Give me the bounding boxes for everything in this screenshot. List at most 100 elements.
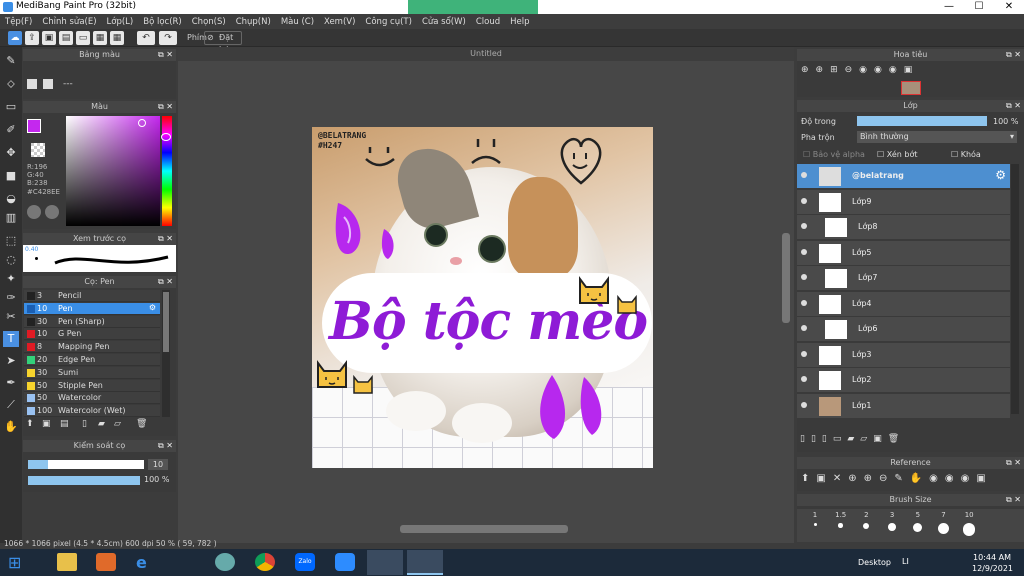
- close-icon[interactable]: ⧉ ✕: [158, 233, 173, 245]
- save-icon[interactable]: ▣: [42, 31, 56, 45]
- brush-list-scroll-thumb[interactable]: [163, 292, 169, 352]
- menu-file[interactable]: Tệp(F): [5, 17, 32, 27]
- close-icon[interactable]: ⧉ ✕: [158, 49, 173, 61]
- brush-size-value[interactable]: 10: [148, 459, 168, 470]
- ruler-tool-icon[interactable]: ⟋: [3, 397, 19, 413]
- dot-pen-tool-icon[interactable]: ✐: [3, 122, 19, 138]
- close-icon[interactable]: ⧉ ✕: [1006, 457, 1021, 469]
- rectangle-tool-icon[interactable]: ▭: [3, 99, 19, 115]
- menu-select[interactable]: Chọn(S): [192, 17, 226, 27]
- brush-opacity-slider[interactable]: [28, 476, 140, 485]
- close-icon[interactable]: ⧉ ✕: [1006, 100, 1021, 112]
- text-tool-icon[interactable]: T: [3, 331, 19, 347]
- delete-palette-icon[interactable]: [43, 79, 53, 89]
- desktop-label[interactable]: Desktop: [858, 558, 891, 567]
- layer-item[interactable]: Lớp7: [797, 266, 1010, 291]
- move-tool-icon[interactable]: ✥: [3, 145, 19, 161]
- copy-brush-icon[interactable]: ▱: [114, 419, 121, 429]
- operation-tool-icon[interactable]: ➤: [3, 353, 19, 369]
- document-tab[interactable]: Untitled: [178, 47, 794, 61]
- menu-tools[interactable]: Công cụ(T): [365, 17, 412, 27]
- magic-wand-tool-icon[interactable]: ✦: [3, 271, 19, 287]
- blend-mode-select[interactable]: Bình thường ▾: [857, 131, 1017, 143]
- hue-cursor[interactable]: [161, 133, 171, 141]
- color-wheel-icon[interactable]: [27, 205, 41, 219]
- lasso-tool-icon[interactable]: ◌: [3, 252, 19, 268]
- foreground-color-swatch[interactable]: [27, 119, 41, 133]
- hue-slider[interactable]: [161, 116, 172, 226]
- layer-item[interactable]: @belatrang ⚙: [797, 164, 1010, 189]
- windows-start-icon[interactable]: ⊞: [8, 554, 26, 572]
- saturation-value-picker[interactable]: [66, 116, 160, 226]
- file-explorer-icon[interactable]: [57, 553, 77, 571]
- brush-item[interactable]: 3 Pencil: [24, 290, 160, 302]
- reference-tools[interactable]: ⬆▣✕⊕⊕⊖✎✋◉◉◉▣: [801, 473, 1021, 487]
- sv-cursor[interactable]: [138, 119, 146, 127]
- layer-actions[interactable]: ▯▯▯▭▰▱▣🗑: [800, 434, 960, 446]
- hand-tool-icon[interactable]: ✋: [3, 419, 19, 435]
- gradient-tool-icon[interactable]: ▥: [3, 210, 19, 226]
- transparent-color-swatch[interactable]: [31, 143, 45, 157]
- navigator-thumbnail[interactable]: [901, 81, 921, 95]
- comment-icon[interactable]: ▤: [59, 31, 73, 45]
- eye-icon[interactable]: [801, 197, 807, 204]
- select-eraser-tool-icon[interactable]: ✂: [3, 309, 19, 325]
- menu-help[interactable]: Help: [510, 17, 529, 27]
- text-box-icon[interactable]: ▭: [76, 31, 90, 45]
- clock-time[interactable]: 10:44 AM: [973, 553, 1011, 562]
- chrome-task-button[interactable]: [367, 550, 403, 575]
- grid-snap-icon[interactable]: ▦: [110, 31, 124, 45]
- close-icon[interactable]: ⧉ ✕: [1006, 494, 1021, 506]
- redo-icon[interactable]: ↷: [159, 31, 177, 45]
- delete-brush-icon[interactable]: 🗑: [136, 419, 147, 429]
- bucket-tool-icon[interactable]: ◒: [3, 191, 19, 207]
- media-player-icon[interactable]: [96, 553, 116, 571]
- brush-size-slider[interactable]: [28, 460, 144, 469]
- gear-icon[interactable]: ⚙: [995, 168, 1006, 182]
- menu-edit[interactable]: Chỉnh sửa(E): [42, 17, 96, 27]
- eye-icon[interactable]: [801, 299, 807, 306]
- eyedropper-tool-icon[interactable]: ✒: [3, 375, 19, 391]
- brush-size-preset[interactable]: 1.5: [829, 511, 853, 541]
- medibang-task-button[interactable]: [407, 550, 443, 575]
- select-pen-tool-icon[interactable]: ✑: [3, 290, 19, 306]
- select-tool-icon[interactable]: ⬚: [3, 233, 19, 249]
- brush-item[interactable]: 50 Stipple Pen: [24, 379, 160, 392]
- eye-icon[interactable]: [801, 376, 807, 382]
- eye-icon[interactable]: [801, 401, 807, 408]
- internet-explorer-icon[interactable]: e: [136, 553, 156, 572]
- zalo-icon[interactable]: Zalo: [295, 553, 315, 571]
- menu-layer[interactable]: Lớp(L): [107, 17, 134, 27]
- close-icon[interactable]: ⧉ ✕: [1006, 49, 1021, 61]
- color-picker-icon[interactable]: [45, 205, 59, 219]
- close-icon[interactable]: ⧉ ✕: [158, 440, 173, 452]
- brush-size-preset[interactable]: 10: [957, 511, 981, 541]
- layer-item[interactable]: Lớp3: [797, 342, 1010, 368]
- undo-icon[interactable]: ↶: [137, 31, 155, 45]
- lock-checkbox[interactable]: ☐ Khóa: [951, 150, 981, 159]
- reset-button[interactable]: ⊘ Đặt lại: [204, 31, 242, 54]
- brush-item[interactable]: 10 G Pen: [24, 328, 160, 341]
- brush-folder-icon[interactable]: ▣: [42, 419, 51, 429]
- paint-app-icon[interactable]: [215, 553, 235, 571]
- navigator-tools[interactable]: ⊕⊕⊞⊖◉◉◉▣: [801, 65, 941, 77]
- brush-item[interactable]: 50 Watercolor: [24, 392, 160, 405]
- new-palette-icon[interactable]: [27, 79, 37, 89]
- eye-icon[interactable]: [801, 274, 807, 280]
- grid-icon[interactable]: ▦: [93, 31, 107, 45]
- brush-list-scrollbar[interactable]: [162, 290, 170, 417]
- eye-icon[interactable]: [801, 172, 807, 178]
- brush-size-preset[interactable]: 1: [803, 511, 827, 541]
- add-brush-icon[interactable]: ⬆: [26, 419, 34, 429]
- layer-item[interactable]: Lớp8: [797, 215, 1010, 240]
- layer-opacity-slider[interactable]: [857, 116, 987, 126]
- brush-item[interactable]: 10 Pen ⚙: [24, 302, 160, 315]
- open-folder-icon[interactable]: ▰: [98, 419, 105, 429]
- eye-icon[interactable]: [801, 223, 807, 229]
- brush-item[interactable]: 30 Pen (Sharp): [24, 315, 160, 328]
- clipping-checkbox[interactable]: ☐ Xén bớt: [877, 150, 917, 159]
- brush-settings-icon[interactable]: ▤: [60, 419, 69, 429]
- gear-icon[interactable]: ⚙: [149, 303, 156, 312]
- minimize-button[interactable]: —: [934, 0, 964, 14]
- eye-icon[interactable]: [801, 350, 807, 357]
